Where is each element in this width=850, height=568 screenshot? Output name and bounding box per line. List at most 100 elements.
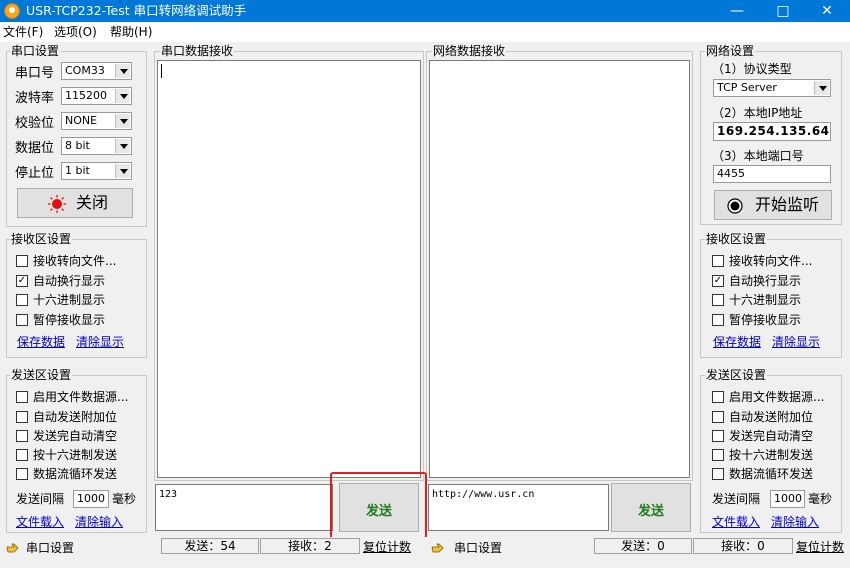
right-file-load-link[interactable]: 文件载入 [712,515,760,529]
right-send-opt-3-label: 按十六进制发送 [729,448,814,462]
right-clear-input-link[interactable]: 清除输入 [771,515,819,529]
serial-send-input[interactable]: 123 [155,484,333,531]
right-recv-opt-0-checkbox[interactable] [712,255,724,267]
left-send-opt-2-checkbox[interactable] [16,430,28,442]
protocol-select[interactable]: TCP Server [713,79,831,97]
status-left-reset-button[interactable]: 复位计数 [363,540,411,554]
left-file-load-link[interactable]: 文件载入 [16,515,64,529]
databits-select[interactable]: 8 bit [61,137,132,155]
network-settings-title: 网络设置 [705,44,756,58]
status-right-label: 串口设置 [454,541,503,555]
start-listen-button[interactable]: 开始监听 [714,190,832,220]
right-send-opt-2-checkbox[interactable] [712,430,724,442]
record-icon [727,198,743,214]
network-send-input[interactable]: http://www.usr.cn [428,484,609,531]
right-send-opt-0-label: 启用文件数据源... [729,390,825,404]
right-send-opt-1-label: 自动发送附加位 [729,410,814,424]
left-recv-opt-1-checkbox[interactable]: ✓ [16,275,28,287]
local-port-label: （3）本地端口号 [712,149,804,163]
chevron-down-icon [115,114,130,128]
left-send-opt-0-label: 启用文件数据源... [33,390,129,404]
menu-options[interactable]: 选项(O) [54,25,97,39]
close-port-button[interactable]: 关闭 [17,188,133,218]
left-recv-opt-2-label: 十六进制显示 [33,293,106,307]
left-clear-input-link[interactable]: 清除输入 [75,515,123,529]
left-send-opt-1-checkbox[interactable] [16,411,28,423]
left-clear-display-link[interactable]: 清除显示 [76,335,124,349]
status-right-reset-button[interactable]: 复位计数 [796,540,844,554]
network-receive-textarea[interactable] [429,60,690,478]
chevron-down-icon [814,81,829,95]
right-save-data-link[interactable]: 保存数据 [713,335,761,349]
port-select[interactable]: COM33 [61,62,132,80]
left-recv-opt-2-checkbox[interactable] [16,294,28,306]
close-port-label: 关闭 [76,193,109,212]
right-send-opt-3-checkbox[interactable] [712,449,724,461]
local-ip-input[interactable]: 169.254.135.64 [713,122,831,141]
serial-send-text: 123 [159,489,178,500]
status-right-received: 接收：0 [693,538,793,554]
title-bar: USR-TCP232-Test 串口转网络调试助手 — □ ✕ [0,0,850,22]
status-left-received: 接收：2 [260,538,360,554]
menu-file[interactable]: 文件(F) [3,25,43,39]
network-receive-title: 网络数据接收 [432,44,507,58]
serial-settings-title: 串口设置 [10,44,61,58]
left-recv-opt-0-label: 接收转向文件... [33,254,117,268]
right-clear-display-link[interactable]: 清除显示 [772,335,820,349]
parity-label: 校验位 [15,116,55,131]
serial-receive-textarea[interactable] [157,60,421,478]
right-recv-opt-1-label: 自动换行显示 [729,274,802,288]
databits-label: 数据位 [15,141,55,156]
left-recv-opt-0-checkbox[interactable] [16,255,28,267]
right-receive-settings-title: 接收区设置 [705,232,768,246]
right-recv-opt-2-label: 十六进制显示 [729,293,802,307]
left-recv-opt-1-label: 自动换行显示 [33,274,106,288]
local-port-input[interactable]: 4455 [713,165,831,183]
close-window-icon[interactable]: ✕ [804,0,850,22]
minimize-icon[interactable]: — [714,0,760,22]
stopbits-select[interactable]: 1 bit [61,162,132,180]
text-cursor [161,64,162,78]
chevron-down-icon [115,164,130,178]
right-send-opt-4-checkbox[interactable] [712,468,724,480]
right-recv-opt-3-label: 暂停接收显示 [729,313,802,327]
right-send-settings-title: 发送区设置 [705,368,768,382]
chevron-down-icon [115,139,130,153]
right-send-opt-4-label: 数据流循环发送 [729,467,814,481]
left-save-data-link[interactable]: 保存数据 [17,335,65,349]
left-recv-opt-3-label: 暂停接收显示 [33,313,106,327]
menu-help[interactable]: 帮助(H) [110,25,152,39]
network-send-button[interactable]: 发送 [611,483,691,532]
left-send-opt-4-label: 数据流循环发送 [33,467,118,481]
left-interval-unit: 毫秒 [112,492,137,506]
left-send-opt-0-checkbox[interactable] [16,391,28,403]
app-icon [4,3,20,19]
right-send-opt-0-checkbox[interactable] [712,391,724,403]
chevron-down-icon [115,89,130,103]
right-recv-opt-2-checkbox[interactable] [712,294,724,306]
baud-select[interactable]: 115200 [61,87,132,105]
red-light-icon [48,195,66,213]
right-recv-opt-1-checkbox[interactable]: ✓ [712,275,724,287]
left-send-opt-4-checkbox[interactable] [16,468,28,480]
serial-send-button-label: 发送 [365,504,392,519]
right-interval-input[interactable]: 1000 [770,490,805,508]
left-send-opt-2-label: 发送完自动清空 [33,429,118,443]
left-interval-input[interactable]: 1000 [73,490,109,508]
right-send-opt-1-checkbox[interactable] [712,411,724,423]
maximize-icon[interactable]: □ [760,0,806,22]
right-recv-opt-3-checkbox[interactable] [712,314,724,326]
local-ip-label: （2）本地IP地址 [712,106,803,120]
status-left-label: 串口设置 [26,541,75,555]
left-send-opt-3-checkbox[interactable] [16,449,28,461]
pointing-hand-icon [6,543,19,553]
pointing-hand-icon [431,543,444,553]
left-recv-opt-3-checkbox[interactable] [16,314,28,326]
serial-receive-title: 串口数据接收 [160,44,235,58]
parity-select[interactable]: NONE [61,112,132,130]
serial-send-button[interactable]: 发送 [339,483,419,532]
left-interval-label: 发送间隔 [16,492,65,506]
chevron-down-icon [115,64,130,78]
right-interval-label: 发送间隔 [712,492,761,506]
status-right-sent: 发送：0 [594,538,692,554]
